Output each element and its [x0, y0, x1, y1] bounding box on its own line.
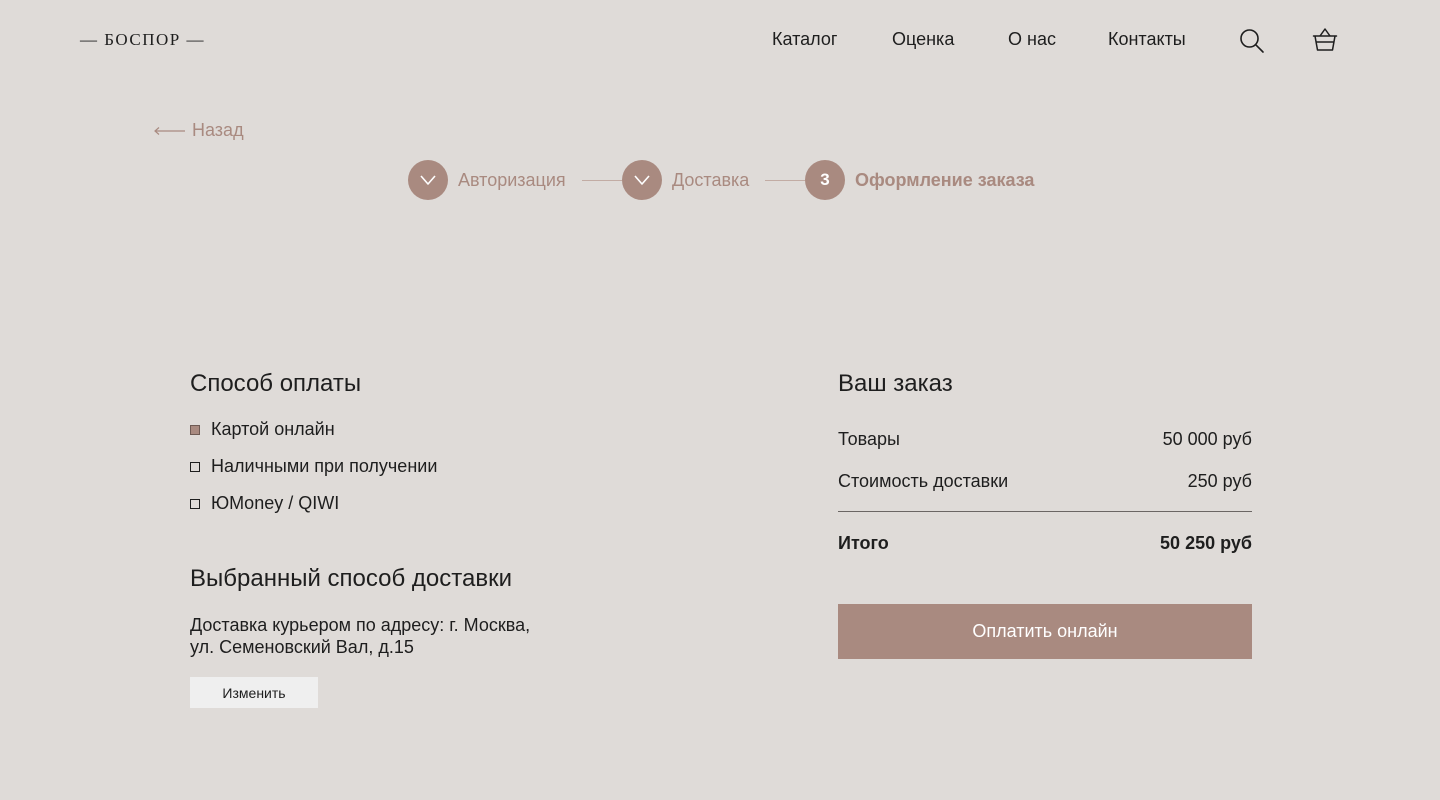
payment-option-cash[interactable]: Наличными при получении	[190, 456, 437, 477]
option-label: Картой онлайн	[211, 419, 335, 439]
check-icon	[420, 175, 436, 185]
delivery-title: Выбранный способ доставки	[190, 565, 512, 592]
step-1-circle	[408, 160, 448, 200]
summary-row-delivery: Стоимость доставки 250 руб	[838, 471, 1252, 492]
payment-option-card[interactable]: Картой онлайн	[190, 419, 335, 440]
option-label: ЮMoney / QIWI	[211, 493, 340, 513]
checkbox[interactable]	[190, 461, 200, 472]
total-value: 50 250 руб	[1160, 533, 1252, 553]
summary-row-total: Итого 50 250 руб	[838, 533, 1252, 554]
check-icon	[634, 175, 650, 185]
step-2-circle	[622, 160, 662, 200]
order-title: Ваш заказ	[838, 370, 953, 397]
step-2-label: Доставка	[672, 170, 750, 190]
back-link[interactable]: Назад	[154, 120, 244, 141]
delivery-address-line1: Доставка курьером по адресу: г. Москва,	[190, 615, 531, 635]
pay-online-button[interactable]: Оплатить онлайн	[838, 604, 1252, 659]
checkbox-checked[interactable]	[190, 424, 200, 435]
summary-row-goods: Товары 50 000 руб	[838, 429, 1252, 450]
total-label: Итого	[838, 533, 889, 553]
summary-label: Стоимость доставки	[838, 471, 1009, 491]
option-label: Наличными при получении	[211, 456, 438, 476]
step-3-label: Оформление заказа	[855, 170, 1035, 190]
nav-contacts[interactable]: Контакты	[1108, 29, 1186, 50]
nav-catalog[interactable]: Каталог	[772, 29, 837, 50]
step-3-circle: 3	[805, 160, 845, 200]
summary-value: 50 000 руб	[1162, 429, 1252, 449]
step-connector	[765, 180, 805, 181]
search-icon[interactable]	[1238, 27, 1266, 55]
step-connector	[582, 180, 622, 181]
arrow-left-icon	[154, 120, 186, 141]
delivery-address: Доставка курьером по адресу: г. Москва, …	[190, 614, 570, 658]
summary-value: 250 руб	[1187, 471, 1252, 491]
delivery-address-line2: ул. Семеновский Вал, д.15	[190, 637, 414, 657]
logo[interactable]: — БОСПОР —	[80, 30, 205, 50]
change-delivery-button[interactable]: Изменить	[190, 677, 318, 708]
payment-title: Способ оплаты	[190, 370, 362, 397]
back-label: Назад	[192, 120, 244, 140]
checkbox[interactable]	[190, 498, 200, 509]
step-1-label: Авторизация	[458, 170, 566, 190]
summary-divider	[838, 511, 1252, 512]
basket-icon[interactable]	[1311, 25, 1339, 53]
summary-label: Товары	[838, 429, 900, 449]
nav-about[interactable]: О нас	[1008, 29, 1056, 50]
nav-evaluation[interactable]: Оценка	[892, 29, 954, 50]
payment-option-yumoney[interactable]: ЮMoney / QIWI	[190, 493, 339, 514]
